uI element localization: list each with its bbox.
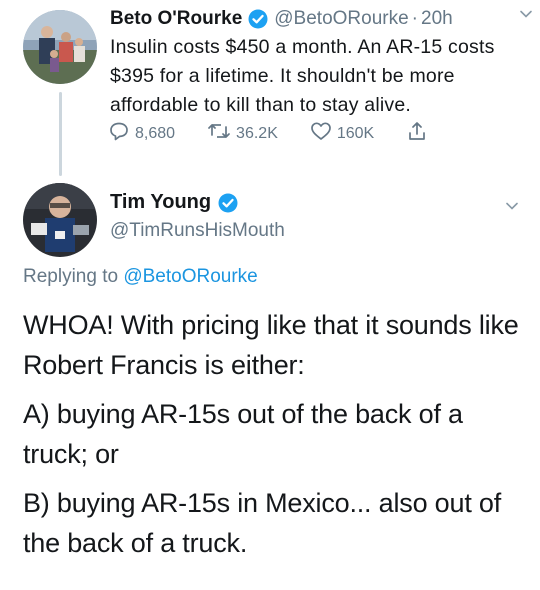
like-count: 160K [336, 124, 375, 142]
tweet1-text: Insulin costs $450 a month. An AR-15 cos… [110, 36, 495, 116]
verified-badge-icon [248, 9, 268, 29]
tweet2-paragraph: A) buying AR-15s out of the back of a tr… [23, 399, 463, 469]
tweet1-action-bar: 8,680 36.2K 160K [108, 120, 465, 147]
tweet2-author-name[interactable]: Tim Young [110, 191, 211, 214]
tweet2-author-handle[interactable]: @TimRunsHisMouth [110, 220, 285, 242]
chevron-down-icon[interactable] [518, 6, 534, 22]
replying-to-line: Replying to @BetoORourke [23, 266, 258, 288]
retweet-count: 36.2K [236, 124, 278, 142]
avatar-beto[interactable] [23, 10, 97, 84]
share-button[interactable] [406, 120, 433, 147]
tweet2-name-row: Tim Young [110, 191, 244, 214]
avatar-tim-young[interactable] [23, 183, 97, 257]
tweet2-paragraph: WHOA! With pricing like that it sounds l… [23, 310, 519, 380]
tweet2-paragraph: B) buying AR-15s in Mexico... also out o… [23, 488, 502, 558]
replying-to-prefix: Replying to [23, 266, 119, 287]
retweet-icon [207, 121, 236, 146]
share-icon [406, 120, 433, 147]
like-button[interactable]: 160K [310, 121, 374, 146]
tweet1-header: Beto O'Rourke @BetoORourke · 20h [110, 6, 528, 32]
reply-button[interactable]: 8,680 [108, 121, 175, 146]
reply-icon [108, 121, 135, 146]
tweet2-text: WHOA! With pricing like that it sounds l… [23, 305, 523, 563]
thread-connector-line [59, 92, 62, 176]
reply-count: 8,680 [135, 124, 176, 142]
verified-badge-icon [218, 193, 238, 213]
tweet1-timestamp[interactable]: 20h [421, 8, 453, 30]
chevron-down-icon[interactable] [504, 198, 520, 214]
separator-dot: · [411, 8, 418, 29]
retweet-button[interactable]: 36.2K [207, 121, 278, 146]
tweet1-author-name[interactable]: Beto O'Rourke [110, 8, 242, 30]
like-icon [310, 121, 337, 146]
replying-to-mention[interactable]: @BetoORourke [123, 266, 257, 287]
tweet1-author-handle[interactable]: @BetoORourke [274, 8, 408, 30]
